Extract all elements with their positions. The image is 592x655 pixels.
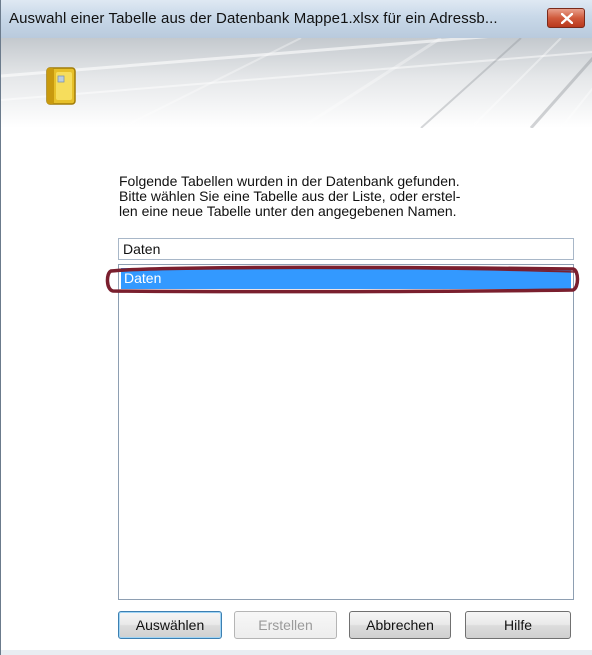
instruction-line: Bitte wählen Sie eine Tabelle aus der Li… [119,188,461,204]
dialog-header-banner [1,38,592,128]
dialog-bottom-edge [1,650,592,655]
title-bar[interactable]: Auswahl einer Tabelle aus der Datenbank … [1,0,592,39]
instructions-text: Folgende Tabellen wurden in der Datenban… [119,174,519,219]
help-button[interactable]: Hilfe [465,611,571,639]
header-decoration [1,38,592,128]
select-button[interactable]: Auswählen [118,611,222,639]
instruction-line: len eine neue Tabelle unter den angegebe… [119,203,457,219]
close-button[interactable] [547,8,585,28]
create-button[interactable]: Erstellen [234,611,337,639]
table-name-input[interactable] [118,238,574,260]
table-selection-dialog: Auswahl einer Tabelle aus der Datenbank … [0,0,592,655]
address-book-icon [46,67,76,105]
list-item[interactable]: Daten [121,268,571,289]
table-listbox[interactable]: Daten [118,264,574,600]
instruction-line: Folgende Tabellen wurden in der Datenban… [119,173,460,189]
cancel-button[interactable]: Abbrechen [349,611,451,639]
window-title: Auswahl einer Tabelle aus der Datenbank … [9,10,498,27]
close-icon [561,13,573,24]
